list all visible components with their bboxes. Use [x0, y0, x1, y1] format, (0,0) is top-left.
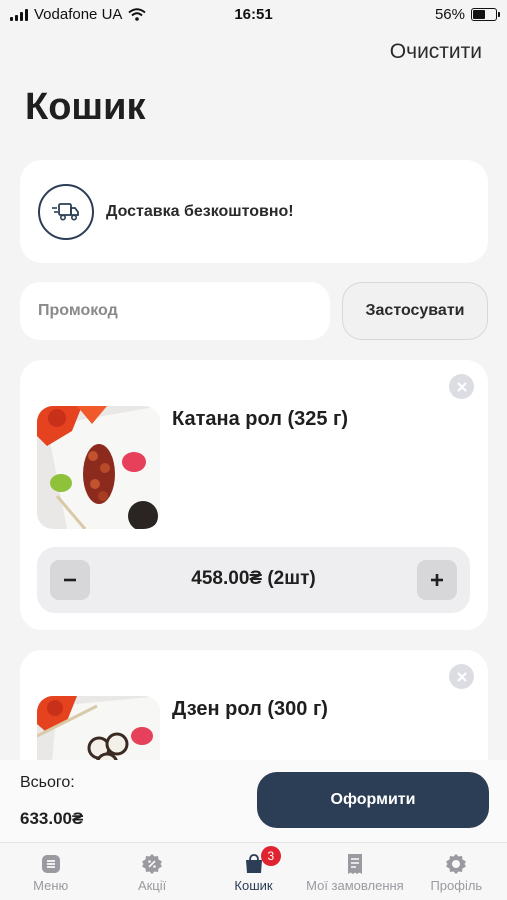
remove-item-button[interactable]: [449, 374, 474, 399]
product-name: Катана рол (325 г): [172, 408, 349, 430]
tab-label: Акції: [137, 878, 167, 893]
clear-cart-button[interactable]: Очистити: [390, 40, 482, 64]
total-value: 633.00₴: [20, 809, 84, 828]
status-time: 16:51: [234, 6, 273, 23]
discount-icon: [142, 854, 163, 874]
tab-menu[interactable]: Меню: [0, 843, 101, 900]
price-quantity: 458.00₴ (2шт): [191, 568, 316, 589]
tab-label: Кошик: [234, 878, 273, 893]
cart-footer: Всього: 633.00₴ Оформити: [0, 760, 507, 842]
tab-label: Меню: [33, 878, 69, 893]
close-icon: [456, 671, 467, 682]
product-image[interactable]: [37, 406, 160, 529]
truck-icon: [38, 183, 94, 240]
receipt-icon: [347, 854, 362, 874]
status-right: 56%: [434, 6, 500, 23]
battery-icon: [471, 8, 500, 21]
quantity-stepper: 458.00₴ (2шт): [37, 547, 470, 613]
cart-badge: 3: [260, 846, 281, 866]
close-icon: [456, 381, 467, 392]
status-bar: Vodafone UA 16:51 56%: [0, 0, 507, 30]
tab-label: Профіль: [430, 878, 483, 893]
delivery-text: Доставка безкоштовно!: [106, 202, 294, 220]
tab-my-orders[interactable]: Мої замовлення: [304, 843, 405, 900]
tab-cart[interactable]: 3 Кошик: [203, 843, 304, 900]
increase-quantity-button[interactable]: [417, 560, 457, 600]
page-title: Кошик: [25, 86, 146, 128]
tab-bar: Меню Акції 3 Кошик Мої замовлення Профіл…: [0, 842, 507, 900]
remove-item-button[interactable]: [449, 664, 474, 689]
total-label: Всього:: [20, 774, 75, 791]
delivery-banner: Доставка безкоштовно!: [20, 160, 488, 263]
checkout-button[interactable]: Оформити: [257, 772, 489, 828]
menu-icon: [41, 855, 60, 873]
tab-label: Мої замовлення: [306, 878, 404, 893]
promo-code-input[interactable]: [20, 282, 330, 340]
profile-icon: [446, 854, 467, 874]
battery-percent: 56%: [434, 6, 465, 23]
tab-promotions[interactable]: Акції: [101, 843, 202, 900]
apply-promo-button[interactable]: Застосувати: [342, 282, 488, 340]
product-name: Дзен рол (300 г): [172, 698, 328, 720]
tab-profile[interactable]: Профіль: [406, 843, 507, 900]
plus-icon: [431, 574, 443, 586]
cart-item: Катана рол (325 г) 458.00₴ (2шт): [20, 360, 488, 630]
